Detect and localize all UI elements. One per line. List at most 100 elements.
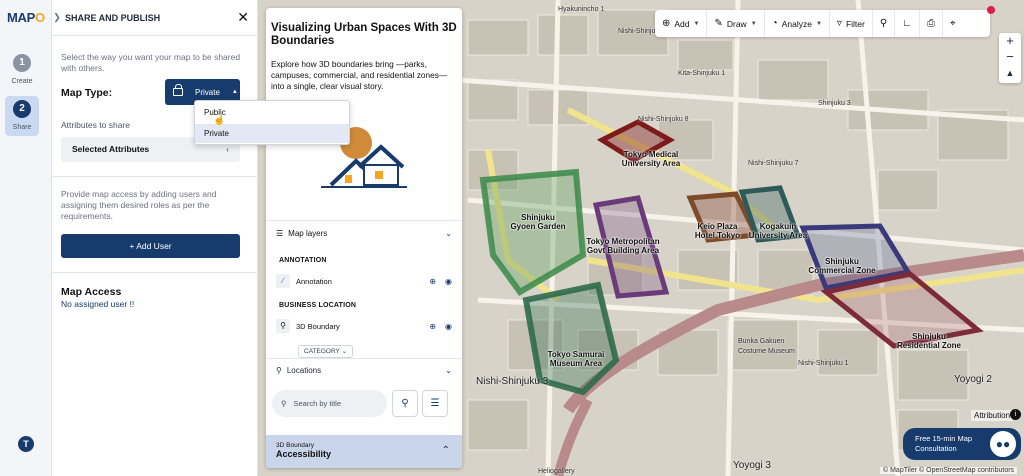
consult-text: Free 15-min Map Consultation xyxy=(915,434,973,453)
place-label[interactable]: Tokyo Medical University Area xyxy=(616,150,686,168)
zoom-in-button[interactable]: + xyxy=(999,33,1021,49)
street-label: Costume Museum xyxy=(738,348,795,355)
plus-circle-icon: ⊕ xyxy=(662,18,671,29)
zoom-out-button[interactable]: − xyxy=(999,49,1021,65)
accessibility-title: Accessibility xyxy=(276,449,332,459)
filter-sliders-button[interactable]: ☰ xyxy=(422,390,448,417)
draw-label: Draw xyxy=(726,18,747,29)
step-share-number: 2 xyxy=(13,100,31,118)
user-avatar[interactable]: T xyxy=(18,436,34,452)
story-description: Explore how 3D boundaries bring —parks, … xyxy=(271,59,448,91)
layer-name: 3D Boundary xyxy=(296,321,340,331)
step-share[interactable]: 2 Share xyxy=(5,96,39,136)
hand-cursor-icon: ☝ xyxy=(213,115,226,126)
printer-icon: ⎙ xyxy=(926,18,935,29)
map-layers-title: Map layers xyxy=(288,228,328,238)
print-button[interactable]: ⎙ xyxy=(920,10,943,37)
add-label: Add xyxy=(674,18,690,29)
layer-row-annotation[interactable]: ∕ Annotation ⊕ ◉ xyxy=(276,272,452,290)
street-label: Hyakunincho 1 xyxy=(558,6,605,13)
filter-label: Filter xyxy=(845,18,865,29)
place-label[interactable]: Tokyo Samurai Museum Area xyxy=(536,350,616,368)
zoom-to-icon[interactable]: ⊕ xyxy=(429,277,436,286)
attributes-value: Selected Attributes xyxy=(72,144,150,154)
pin-icon: ⚲ xyxy=(276,366,282,375)
chevron-up-icon: ▲ xyxy=(231,89,238,95)
filter-icon: ▿ xyxy=(836,18,842,29)
map-toolbar: ⊕ Add ▼ ✎ Draw ▼ ◔ Analyze ▼ ▿ Filter ⚲ ∟ ⎙ ⌖ xyxy=(655,10,990,37)
caret-down-icon: ▼ xyxy=(693,20,700,27)
location-pin-icon: ⚲ xyxy=(401,398,409,409)
measure-button[interactable]: ∟ xyxy=(895,10,920,37)
zoom-control: + − ▲ xyxy=(999,33,1021,83)
map-layers-header[interactable]: ☰ Map layers ⌄ xyxy=(266,221,462,245)
draw-menu-button[interactable]: ✎ Draw ▼ xyxy=(707,10,765,37)
locate-button[interactable]: ⌖ xyxy=(943,10,963,37)
step-create-number: 1 xyxy=(13,54,31,72)
analyze-label: Analyze xyxy=(781,18,812,29)
share-panel-title: SHARE AND PUBLISH xyxy=(65,12,161,23)
layer-row-boundary[interactable]: ⚲ 3D Boundary ⊕ ◉ xyxy=(276,317,452,335)
filter-button[interactable]: ▿ Filter xyxy=(830,10,873,37)
search-map-button[interactable]: ⚲ xyxy=(873,10,896,37)
story-card: Visualizing Urban Spaces With 3D Boundar… xyxy=(266,8,462,468)
add-menu-button[interactable]: ⊕ Add ▼ xyxy=(655,10,708,37)
story-title: Visualizing Urban Spaces With 3D Boundar… xyxy=(271,22,457,47)
divider xyxy=(52,176,258,177)
business-group-title: BUSINESS LOCATION xyxy=(279,302,357,309)
map-pin-icon: ⚲ xyxy=(276,319,290,333)
eye-icon[interactable]: ◉ xyxy=(445,277,452,286)
location-pin-button[interactable]: ⚲ xyxy=(392,390,418,417)
map-layers-section: ☰ Map layers ⌄ ANNOTATION ∕ Annotation ⊕… xyxy=(266,220,462,368)
ruler-icon: ∟ xyxy=(902,18,912,29)
eye-icon[interactable]: ◉ xyxy=(445,322,452,331)
app-logo[interactable]: MAPO​ xyxy=(7,10,45,25)
street-label: Nishi-Shinjuku 8 xyxy=(638,116,689,123)
accessibility-sub: 3D Boundary xyxy=(276,442,314,449)
place-label[interactable]: Tokyo Metropolitan Govt Building Area xyxy=(583,237,663,255)
street-label: Nishi-Shinjuku 3 xyxy=(476,376,549,387)
access-help-text: Provide map access by adding users and a… xyxy=(61,189,217,221)
step-create[interactable]: 1 Create xyxy=(5,50,39,90)
pencil-icon: ✎ xyxy=(714,18,723,29)
category-button[interactable]: CATEGORY ⌄ xyxy=(298,345,354,358)
caret-down-icon: ▼ xyxy=(815,20,822,27)
map-type-value: Private xyxy=(195,87,220,97)
close-icon[interactable]: ✕ xyxy=(237,9,249,26)
chevron-down-icon: ⌄ xyxy=(445,366,452,375)
left-rail: MAPO​ 1 Create 2 Share T xyxy=(0,0,52,476)
crosshair-icon: ⌖ xyxy=(949,18,956,29)
street-label: Yoyogi 3 xyxy=(733,460,771,471)
location-search-input[interactable]: ⚲ Search by title xyxy=(272,390,387,417)
analyze-menu-button[interactable]: ◔ Analyze ▼ xyxy=(765,10,830,37)
place-label[interactable]: Kogakuin University Area xyxy=(748,222,808,240)
category-label: CATEGORY xyxy=(304,348,340,355)
share-panel: ❯ SHARE AND PUBLISH ✕ Select the way you… xyxy=(52,0,258,476)
accessibility-bar[interactable]: 3D Boundary Accessibility ⌃ xyxy=(266,435,462,468)
line-icon: ∕ xyxy=(276,274,290,288)
locations-header[interactable]: ⚲ Locations ⌄ xyxy=(266,358,462,382)
search-icon: ⚲ xyxy=(281,399,287,408)
chevron-down-icon: ⌄ xyxy=(445,228,452,238)
street-label: Yoyogi 2 xyxy=(954,374,992,385)
attribution-button[interactable]: Attribution xyxy=(971,410,1014,421)
caret-down-icon: ▼ xyxy=(750,20,757,27)
place-label[interactable]: Shinjuku Commercial Zone xyxy=(806,257,878,275)
add-user-button[interactable]: + Add User xyxy=(61,234,240,258)
attributes-label: Attributes to share xyxy=(61,120,130,130)
info-icon[interactable]: i xyxy=(1010,409,1021,420)
zoom-to-icon[interactable]: ⊕ xyxy=(429,322,436,331)
layer-name: Annotation xyxy=(296,276,332,286)
compass-button[interactable]: ▲ xyxy=(999,65,1021,81)
street-label: Shinjuku 3 xyxy=(818,100,851,107)
locations-title: Locations xyxy=(286,366,322,375)
chat-icon[interactable]: ●● xyxy=(987,428,1019,460)
street-label: Heliogallery xyxy=(538,468,575,475)
place-label[interactable]: Keio Plaza Hotel Tokyo xyxy=(690,222,745,240)
map-credits: © MapTiler © OpenStreetMap contributors xyxy=(880,467,1018,474)
place-label[interactable]: Shinjuku Gyoen Garden xyxy=(508,213,568,231)
place-label[interactable]: Shinjuku Residential Zone xyxy=(894,332,964,350)
option-private[interactable]: Private xyxy=(195,124,349,143)
chevron-up-icon: ⌃ xyxy=(441,445,450,456)
chevron-right-icon[interactable]: ❯ xyxy=(52,0,62,36)
